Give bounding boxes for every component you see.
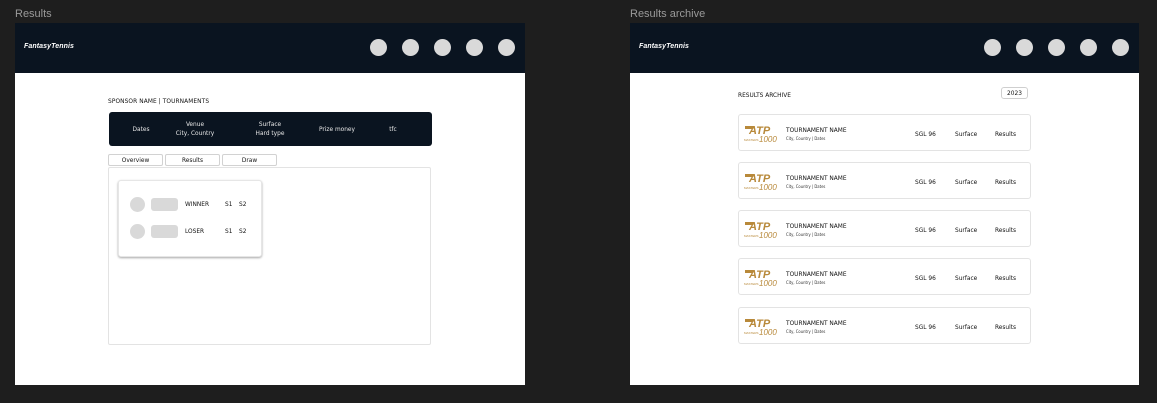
brand-logo[interactable]: FantasyTennis xyxy=(24,43,74,50)
svg-text:1000: 1000 xyxy=(759,231,777,239)
tournament-card[interactable]: ATP MASTERS 1000 TOURNAMENT NAME City, C… xyxy=(738,114,1031,151)
tournament-name: TOURNAMENT NAME xyxy=(786,222,847,230)
results-frame: FantasyTennis SPONSOR NAME | TOURNAMENTS… xyxy=(15,23,525,385)
frame-label-archive: Results archive xyxy=(630,8,706,20)
nav-icon-4[interactable] xyxy=(1080,39,1097,56)
tournament-name: TOURNAMENT NAME xyxy=(786,126,847,134)
winner-avatar xyxy=(130,196,145,212)
tournament-draw: SGL 96 xyxy=(915,178,936,186)
info-prize-label: Prize money xyxy=(318,124,355,133)
tournament-results-link[interactable]: Results xyxy=(995,130,1016,138)
brand-logo[interactable]: FantasyTennis xyxy=(639,43,689,50)
svg-text:MASTERS: MASTERS xyxy=(744,234,759,238)
info-venue: Venue City, Country xyxy=(167,112,223,146)
tab-overview[interactable]: Overview xyxy=(108,154,163,166)
svg-text:1000: 1000 xyxy=(759,328,777,336)
loser-avatar xyxy=(130,223,145,239)
tournament-tabs: Overview Results Draw xyxy=(108,154,279,166)
info-dates: Dates xyxy=(127,112,155,146)
tournament-results-link[interactable]: Results xyxy=(995,323,1016,331)
winner-set-2: S2 xyxy=(239,200,247,208)
atp-masters-logo-icon: ATP MASTERS 1000 xyxy=(744,318,777,336)
tournament-location: City, Country | Dates xyxy=(786,136,826,141)
tournament-draw: SGL 96 xyxy=(915,323,936,331)
info-surface-value: Hard type xyxy=(255,129,285,137)
tournament-location: City, Country | Dates xyxy=(786,329,826,334)
tournament-name: TOURNAMENT NAME xyxy=(786,174,847,182)
tournament-surface: Surface xyxy=(955,130,978,138)
loser-row: LOSER S1 S2 xyxy=(130,223,253,239)
loser-flag xyxy=(151,224,178,238)
tournament-location: City, Country | Dates xyxy=(786,184,826,189)
year-select[interactable]: 2023 xyxy=(1001,87,1028,99)
svg-text:MASTERS: MASTERS xyxy=(744,282,759,286)
nav-icon-3[interactable] xyxy=(434,39,451,56)
nav-icon-4[interactable] xyxy=(466,39,483,56)
loser-set-1: S1 xyxy=(225,227,233,235)
winner-set-1: S1 xyxy=(225,200,233,208)
info-surface: Surface Hard type xyxy=(245,112,295,146)
tournament-results-link[interactable]: Results xyxy=(995,274,1016,282)
atp-masters-logo-icon: ATP MASTERS 1000 xyxy=(744,125,777,143)
tournament-card[interactable]: ATP MASTERS 1000 TOURNAMENT NAME City, C… xyxy=(738,307,1031,344)
tournament-draw: SGL 96 xyxy=(915,226,936,234)
nav-icon-5[interactable] xyxy=(1112,39,1129,56)
breadcrumb: SPONSOR NAME | TOURNAMENTS xyxy=(108,97,210,105)
tournament-card[interactable]: ATP MASTERS 1000 TOURNAMENT NAME City, C… xyxy=(738,162,1031,199)
svg-text:1000: 1000 xyxy=(759,279,777,287)
tournament-location: City, Country | Dates xyxy=(786,280,826,285)
nav-icon-1[interactable] xyxy=(984,39,1001,56)
tournament-draw: SGL 96 xyxy=(915,274,936,282)
info-dates-label: Dates xyxy=(132,124,150,133)
frame-label-results: Results xyxy=(15,8,52,20)
match-card[interactable]: WINNER S1 S2 LOSER S1 S2 xyxy=(118,180,262,257)
tournament-results-link[interactable]: Results xyxy=(995,178,1016,186)
atp-masters-logo-icon: ATP MASTERS 1000 xyxy=(744,269,777,287)
tournament-draw: SGL 96 xyxy=(915,130,936,138)
info-venue-label: Venue xyxy=(185,120,205,128)
nav-icon-3[interactable] xyxy=(1048,39,1065,56)
tournament-surface: Surface xyxy=(955,323,978,331)
svg-text:MASTERS: MASTERS xyxy=(744,331,759,335)
loser-name: LOSER xyxy=(185,227,205,235)
winner-flag xyxy=(151,197,178,211)
archive-title: RESULTS ARCHIVE xyxy=(738,91,791,99)
tournament-results-link[interactable]: Results xyxy=(995,226,1016,234)
tournament-surface: Surface xyxy=(955,178,978,186)
info-tfc-label: tfc xyxy=(389,124,397,133)
nav-icons xyxy=(984,39,1129,56)
nav-icon-1[interactable] xyxy=(370,39,387,56)
tournament-surface: Surface xyxy=(955,274,978,282)
site-header: FantasyTennis xyxy=(630,23,1139,73)
tournament-surface: Surface xyxy=(955,226,978,234)
nav-icon-2[interactable] xyxy=(402,39,419,56)
loser-set-2: S2 xyxy=(239,227,247,235)
winner-name: WINNER xyxy=(185,200,210,208)
svg-text:MASTERS: MASTERS xyxy=(744,138,759,142)
tournament-name: TOURNAMENT NAME xyxy=(786,270,847,278)
nav-icon-5[interactable] xyxy=(498,39,515,56)
atp-masters-logo-icon: ATP MASTERS 1000 xyxy=(744,173,777,191)
tournament-location: City, Country | Dates xyxy=(786,232,826,237)
tournament-name: TOURNAMENT NAME xyxy=(786,319,847,327)
tournament-card[interactable]: ATP MASTERS 1000 TOURNAMENT NAME City, C… xyxy=(738,258,1031,295)
svg-text:1000: 1000 xyxy=(759,135,777,143)
tournament-info-bar: Dates Venue City, Country Surface Hard t… xyxy=(109,112,432,146)
nav-icon-2[interactable] xyxy=(1016,39,1033,56)
atp-masters-logo-icon: ATP MASTERS 1000 xyxy=(744,221,777,239)
info-tfc: tfc xyxy=(383,112,403,146)
info-surface-label: Surface xyxy=(258,120,282,128)
archive-frame: FantasyTennis RESULTS ARCHIVE 2023 ATP M… xyxy=(630,23,1139,385)
info-venue-value: City, Country xyxy=(175,129,215,137)
info-prize: Prize money xyxy=(311,112,363,146)
tab-draw[interactable]: Draw xyxy=(222,154,277,166)
tournament-card[interactable]: ATP MASTERS 1000 TOURNAMENT NAME City, C… xyxy=(738,210,1031,247)
svg-text:1000: 1000 xyxy=(759,183,777,191)
tab-results[interactable]: Results xyxy=(165,154,220,166)
winner-row: WINNER S1 S2 xyxy=(130,196,253,212)
svg-text:MASTERS: MASTERS xyxy=(744,186,759,190)
site-header: FantasyTennis xyxy=(15,23,525,73)
nav-icons xyxy=(370,39,515,56)
